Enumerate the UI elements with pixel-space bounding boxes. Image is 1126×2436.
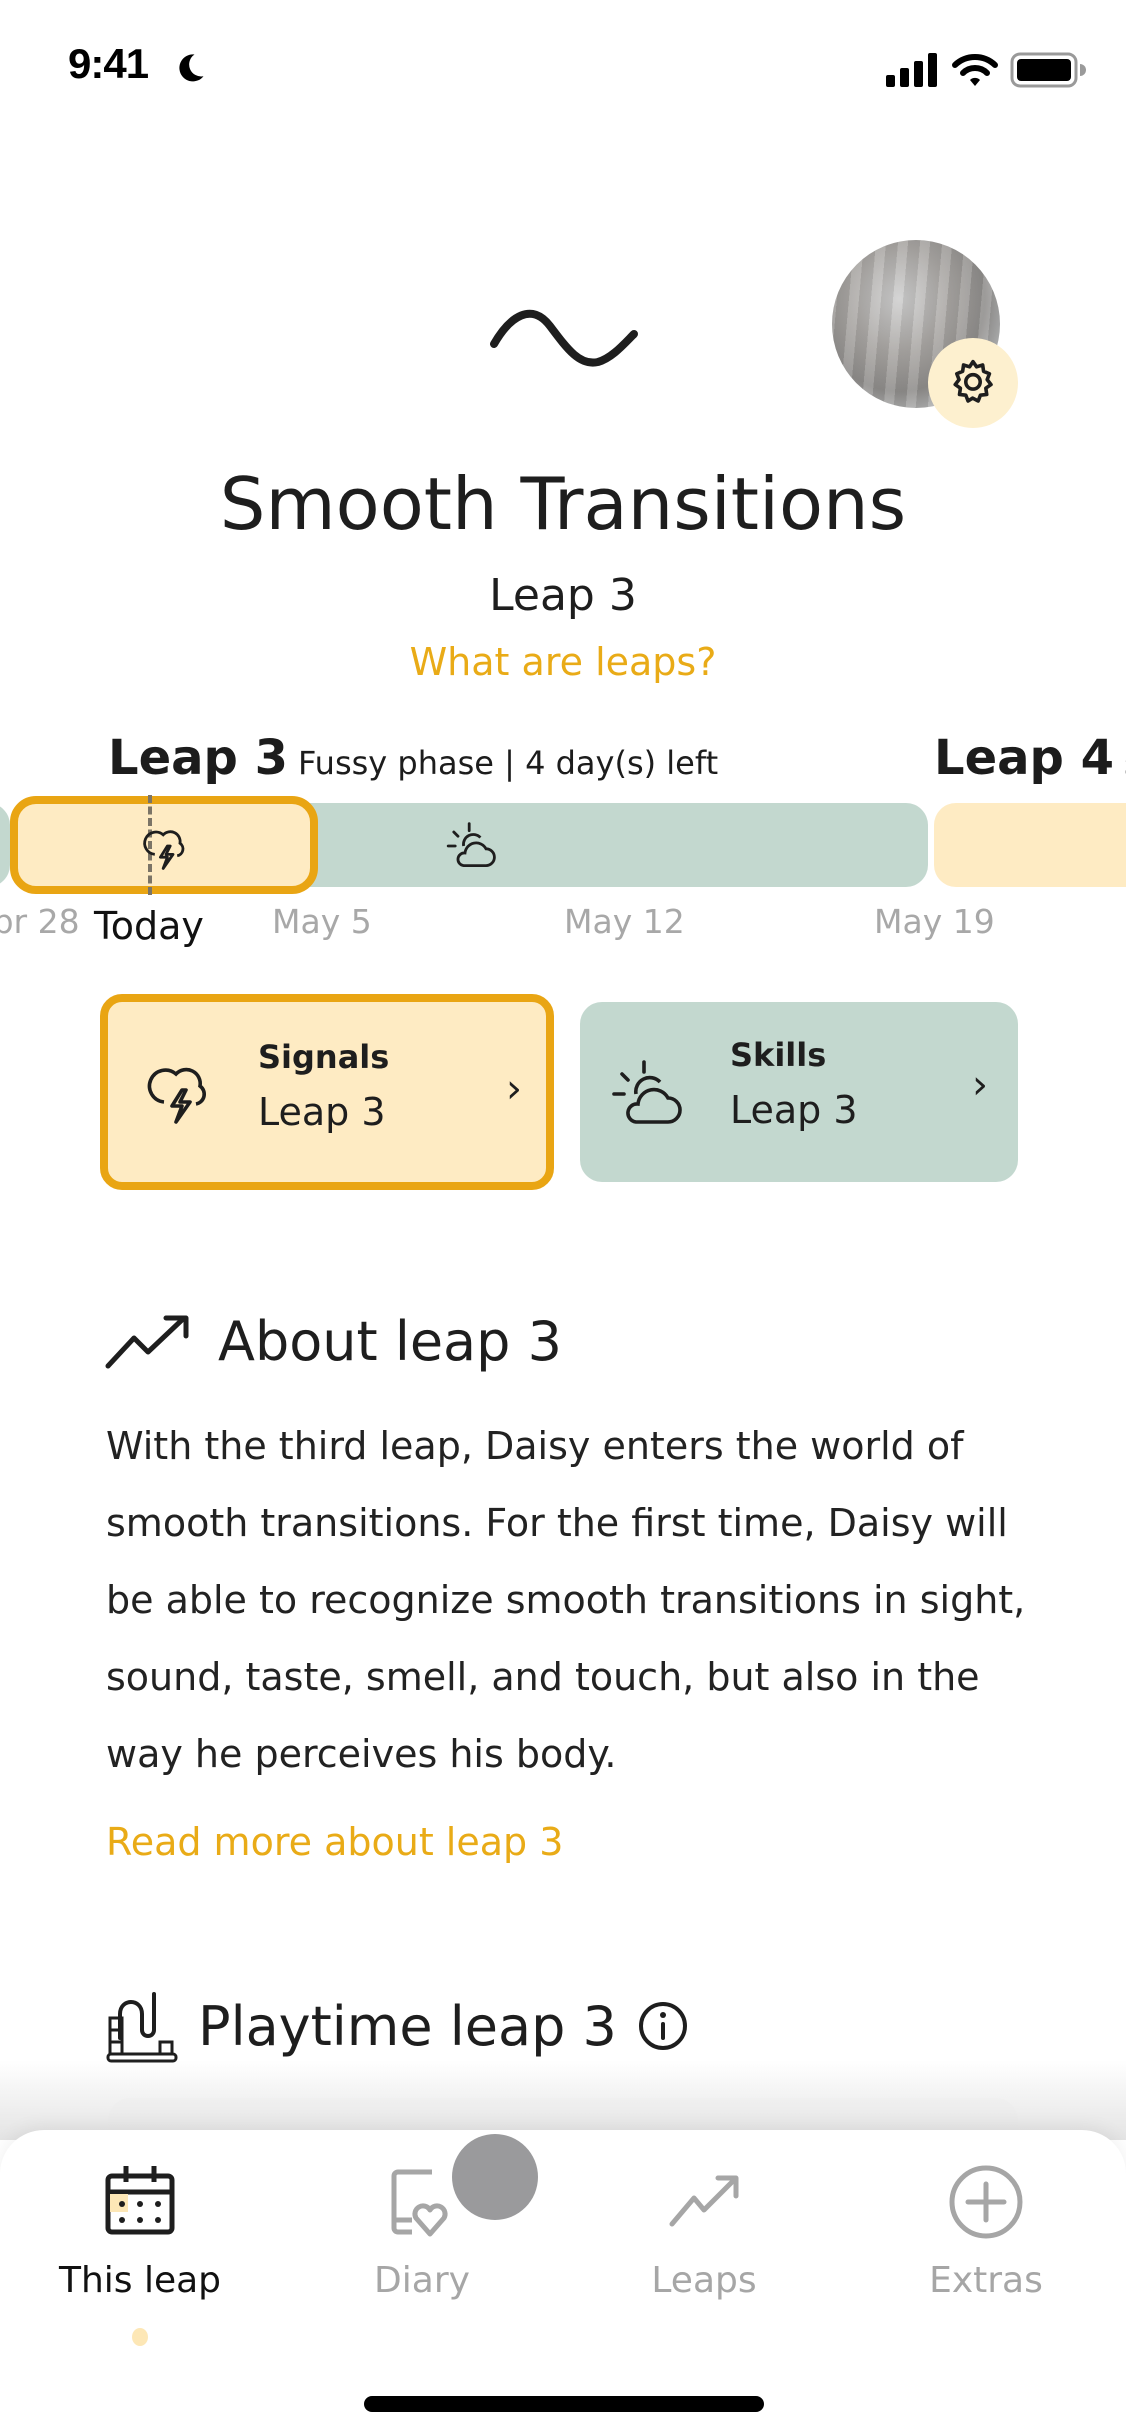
about-section-header: About leap 3 bbox=[104, 1310, 562, 1373]
trending-up-icon bbox=[669, 2175, 739, 2227]
signals-card[interactable]: Signals Leap 3 › bbox=[100, 994, 554, 1190]
tick-label: May 12 bbox=[564, 902, 685, 941]
playground-icon bbox=[106, 1992, 178, 2063]
touch-indicator bbox=[452, 2134, 538, 2220]
playtime-title: Playtime leap 3 bbox=[198, 1994, 617, 2058]
storm-cloud-icon bbox=[143, 830, 185, 870]
card-label: Skills bbox=[730, 1036, 827, 1074]
plus-circle-icon bbox=[949, 2165, 1023, 2239]
tab-extras[interactable]: Extras bbox=[876, 2162, 1096, 2301]
tick-label: Apr 28 bbox=[0, 902, 80, 941]
tab-label: Extras bbox=[929, 2260, 1043, 2301]
leap-subtitle: Leap 3 bbox=[489, 570, 637, 621]
tick-label-today: Today bbox=[94, 904, 204, 948]
playtime-section-header: Playtime leap 3 bbox=[106, 1988, 689, 2064]
trending-up-icon bbox=[105, 1315, 189, 1368]
timeline-segment-skills[interactable] bbox=[300, 803, 928, 887]
tab-label: This leap bbox=[58, 2260, 222, 2301]
info-icon[interactable] bbox=[637, 2000, 689, 2052]
active-tab-indicator bbox=[132, 2328, 148, 2346]
tab-leaps[interactable]: Leaps bbox=[594, 2162, 814, 2301]
home-indicator[interactable] bbox=[364, 2396, 764, 2412]
card-value: Leap 3 bbox=[730, 1088, 858, 1132]
sun-cloud-icon bbox=[446, 822, 496, 867]
read-more-link[interactable]: Read more about leap 3 bbox=[106, 1820, 563, 1864]
timeline-current-leap: Leap 3 Fussy phase | 4 day(s) left bbox=[108, 730, 718, 786]
tick-label: May 5 bbox=[272, 902, 372, 941]
timeline-current-title: Leap 3 bbox=[108, 730, 288, 786]
gear-icon bbox=[953, 359, 993, 403]
chevron-right-icon: › bbox=[972, 1062, 988, 1108]
card-value: Leap 3 bbox=[258, 1090, 386, 1134]
wifi-icon bbox=[952, 54, 998, 86]
tab-label: Leaps bbox=[651, 2260, 757, 2301]
calendar-icon bbox=[105, 2166, 175, 2235]
card-label: Signals bbox=[258, 1038, 390, 1076]
timeline-next-title: Leap 4 bbox=[934, 730, 1114, 786]
sine-wave-icon bbox=[490, 309, 638, 367]
sun-cloud-icon bbox=[612, 1060, 682, 1124]
tab-this-leap[interactable]: This leap bbox=[30, 2162, 250, 2301]
status-time: 9:41 bbox=[68, 40, 149, 87]
battery-icon bbox=[1010, 52, 1086, 88]
timeline-next-leap: Leap 4s bbox=[934, 730, 1126, 786]
moon-icon bbox=[179, 54, 204, 82]
timeline-segment-next-leap[interactable] bbox=[934, 803, 1126, 887]
cellular-signal-icon bbox=[886, 53, 937, 87]
timeline-phase-status: Fussy phase | 4 day(s) left bbox=[298, 744, 719, 782]
storm-cloud-icon bbox=[147, 1067, 206, 1124]
about-title: About leap 3 bbox=[218, 1310, 562, 1373]
diary-heart-icon bbox=[391, 2169, 448, 2237]
timeline-segment-previous[interactable] bbox=[0, 803, 10, 887]
chevron-right-icon: › bbox=[506, 1066, 522, 1112]
tab-label: Diary bbox=[374, 2260, 470, 2301]
status-icons bbox=[886, 52, 1086, 88]
about-description: With the third leap, Daisy enters the wo… bbox=[106, 1424, 1026, 1776]
what-are-leaps-link[interactable]: What are leaps? bbox=[0, 640, 1126, 684]
page-title: Smooth Transitions bbox=[219, 462, 907, 546]
skills-card[interactable]: Skills Leap 3 › bbox=[580, 1002, 1018, 1182]
settings-button[interactable] bbox=[928, 338, 1018, 428]
tick-label: May 19 bbox=[874, 902, 995, 941]
